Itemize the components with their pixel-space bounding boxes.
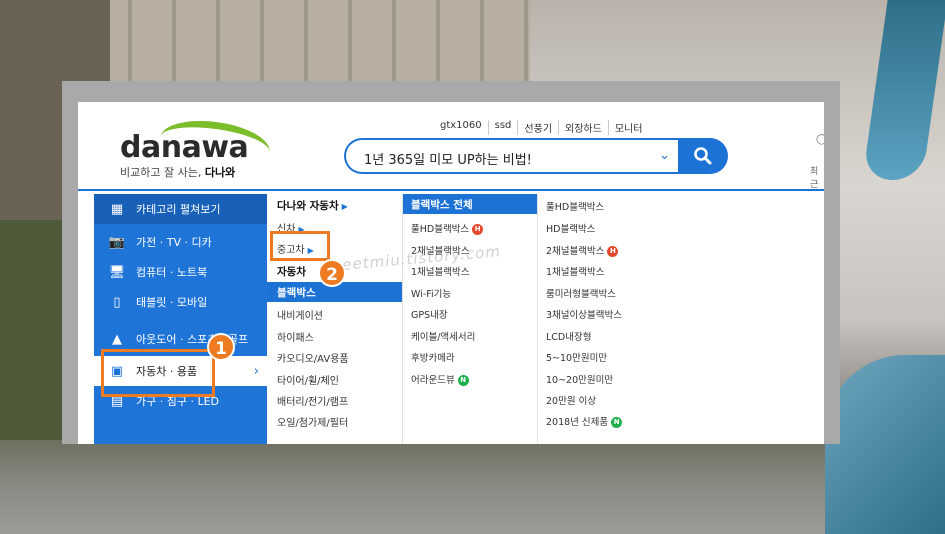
menu-car[interactable]: 자동차 [277,264,306,279]
filter-hd[interactable]: HD블랙박스 [546,221,595,235]
tent-icon: ▲ [112,331,122,347]
hot-badge: H [472,224,484,235]
blackbox-all[interactable]: 블랙박스 전체 [403,194,537,214]
filter-price-5-10[interactable]: 5~10만원미만 [546,350,607,364]
filter-3ch[interactable]: 3채널이상블랙박스 [546,307,622,321]
hot-badge: H [607,246,619,257]
menu-tire[interactable]: 타이어/휠/체인 [277,372,339,387]
blackbox-cable[interactable]: 케이블/액세서리 [411,329,475,343]
camera-icon: 📷 [108,234,126,250]
search-input[interactable]: 1년 365일 미모 UP하는 비법! ⌄ [344,138,678,174]
search-value: 1년 365일 미모 UP하는 비법! [364,153,532,168]
blackbox-filter-list: 풀HD블랙박스 HD블랙박스 2채널블랙박스 H 1채널블랙박스 룸미러형블랙박스… [538,194,688,444]
background-car [825,355,945,534]
keyword-link[interactable]: 외장하드 [558,120,608,135]
keyword-link[interactable]: gtx1060 [434,120,488,135]
highlight-box-step2 [270,231,330,261]
filter-lcd[interactable]: LCD내장형 [546,329,591,343]
tagline: 비교하고 잘 사는, 다나와 [120,166,236,179]
menu-battery[interactable]: 배터리/전기/램프 [277,393,348,408]
category-panel: ▦ 카테고리 펼쳐보기 📷 가전 · TV · 디카 🖥 컴퓨터 · 노트북 ▯ 태블릿… [94,194,267,444]
filter-fullhd[interactable]: 풀HD블랙박스 [546,199,604,213]
car-menu-title[interactable]: 다나와 자동차 ▶ [277,198,348,213]
menu-car-audio[interactable]: 카오디오/AV용품 [277,350,349,365]
menu-hipass[interactable]: 하이패스 [277,329,314,344]
blackbox-submenu: 블랙박스 전체 풀HD블랙박스 H 2채널블랙박스 1채널블랙박스 Wi-Fi기능… [403,194,538,444]
new-badge: N [611,417,623,428]
step-2-badge: 2 [318,259,346,287]
grid-icon: ▦ [110,201,124,217]
menu-oil[interactable]: 오일/첨가제/필터 [277,414,348,429]
search-button[interactable] [678,138,728,174]
category-tablet[interactable]: ▯ 태블릿 · 모바일 [94,287,267,317]
keyword-link[interactable]: 선풍기 [517,120,558,135]
chevron-down-icon[interactable]: ⌄ [659,148,670,163]
filter-2018-new[interactable]: 2018년 신제품 N [546,414,623,428]
filter-1ch[interactable]: 1채널블랙박스 [546,264,604,278]
menu-navigation[interactable]: 내비게이션 [277,307,323,322]
category-expand[interactable]: ▦ 카테고리 펼쳐보기 [94,194,267,224]
keyword-link[interactable]: 모니터 [607,120,649,135]
header-divider [78,189,824,191]
new-badge: N [457,375,469,386]
recent-view-icon[interactable]: ◯ [816,134,824,145]
recent-label: 최근 [810,167,819,190]
highlight-box-step1 [101,349,215,397]
blackbox-wifi[interactable]: Wi-Fi기능 [411,286,451,300]
chevron-right-icon: › [253,363,259,379]
phone-icon: ▯ [113,294,121,310]
filter-price-10-20[interactable]: 10~20만원미만 [546,372,613,386]
triangle-right-icon: ▶ [341,202,348,211]
filter-roommirror[interactable]: 룸미러형블랙박스 [546,286,616,300]
monitor-icon: 🖥 [108,264,126,280]
background-trees [0,220,70,440]
category-appliance[interactable]: 📷 가전 · TV · 디카 [94,227,267,257]
search-icon [694,147,712,165]
background-car-mirror [862,0,945,180]
blackbox-aroundview[interactable]: 어라운드뷰 N [411,372,469,386]
filter-2ch[interactable]: 2채널블랙박스 H [546,243,619,257]
blackbox-gps[interactable]: GPS내장 [411,307,448,321]
blackbox-rear-camera[interactable]: 후방카메라 [411,350,455,364]
background-street [0,440,945,534]
popular-keywords: gtx1060 ssd 선풍기 외장하드 모니터 [434,120,648,135]
step-1-badge: 1 [207,333,235,361]
filter-price-20[interactable]: 20만원 이상 [546,393,596,407]
keyword-link[interactable]: ssd [487,120,518,135]
danawa-logo[interactable]: danawa [120,130,249,165]
blackbox-fullhd[interactable]: 풀HD블랙박스 H [411,221,484,235]
category-computer[interactable]: 🖥 컴퓨터 · 노트북 [94,257,267,287]
